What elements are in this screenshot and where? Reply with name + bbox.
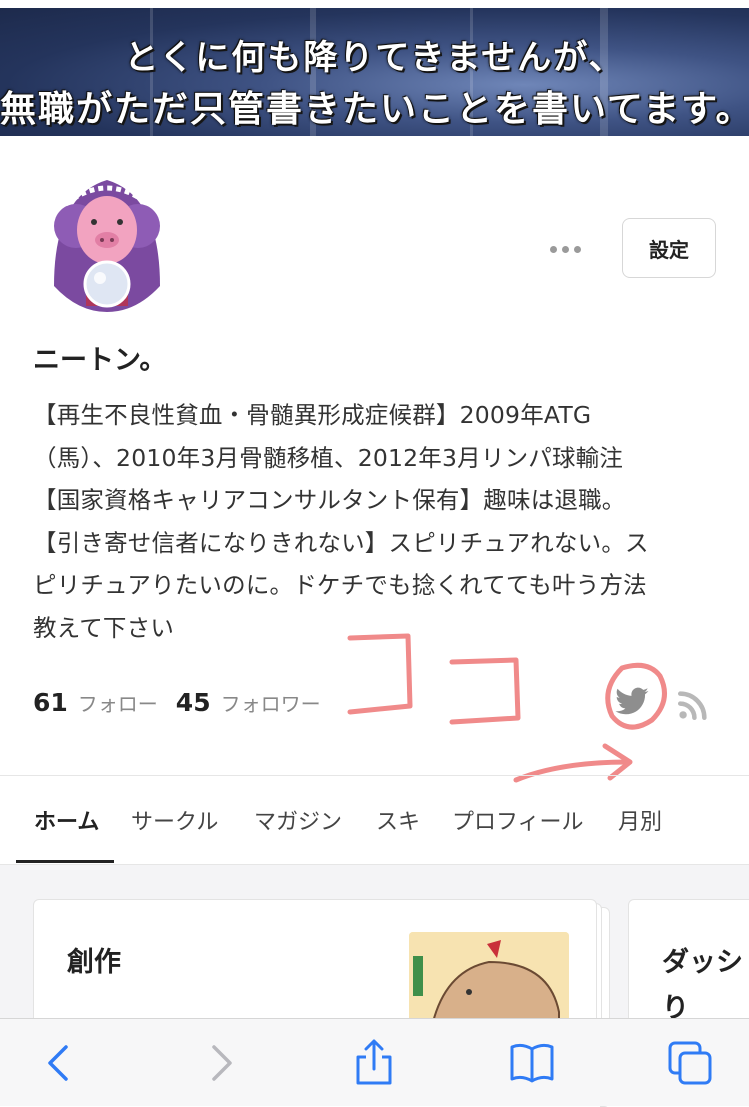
active-tab-indicator [16, 860, 114, 863]
follower-label[interactable]: フォロワー [221, 688, 321, 717]
tab-circle[interactable]: サークル [131, 804, 218, 836]
more-options-button[interactable] [544, 234, 586, 264]
avatar[interactable] [46, 166, 168, 314]
tabs-icon[interactable] [666, 1039, 714, 1087]
profile-bio: 【再生不良性貧血・骨髄異形成症候群】2009年ATG （馬）、2010年3月骨髄… [33, 394, 723, 649]
profile-name: ニートン。 [33, 345, 167, 376]
banner-text-line1: とくに何も降りてきませんが、 [124, 38, 625, 78]
profile-tabs: ホーム サークル マガジン スキ プロフィール 月別 [0, 776, 749, 864]
bio-line: （馬）、2010年3月骨髄移植、2012年3月リンパ球輸注 [33, 443, 624, 472]
tab-monthly[interactable]: 月別 [618, 804, 662, 836]
follow-label[interactable]: フォロー [78, 688, 158, 717]
back-icon[interactable] [36, 1039, 84, 1087]
card-title: 創作 [67, 947, 121, 978]
twitter-icon[interactable] [612, 684, 652, 720]
tab-home[interactable]: ホーム [34, 804, 99, 836]
follow-stats: 61 フォロー 45 フォロワー [33, 688, 339, 724]
bio-line: ピリチュアりたいのに。ドケチでも捻くれてても叶う方法 [33, 571, 647, 599]
bio-line: 教えて下さい [33, 613, 175, 642]
bio-line: 【再生不良性貧血・骨髄異形成症候群】2009年ATG [33, 401, 592, 429]
tab-magazine[interactable]: マガジン [254, 804, 342, 836]
settings-button[interactable]: 設定 [622, 218, 716, 278]
tab-profile[interactable]: プロフィール [452, 804, 584, 836]
tab-likes[interactable]: スキ [376, 804, 420, 836]
browser-toolbar [0, 1018, 749, 1106]
banner-text-line2: 無職がただ只管書きたいことを書いてます。 [0, 89, 749, 130]
follow-count[interactable]: 61 [33, 688, 68, 717]
card-title-line: ダッシ [662, 947, 743, 978]
bio-line: 【引き寄せ信者になりきれない】スピリチュアれない。ス [33, 528, 649, 557]
forward-icon[interactable] [196, 1039, 244, 1087]
share-icon[interactable] [350, 1039, 398, 1087]
bookmarks-icon[interactable] [508, 1039, 556, 1087]
follower-count[interactable]: 45 [176, 688, 211, 717]
feed-area: 創作 ダッシ り [0, 865, 749, 1107]
rss-icon[interactable] [676, 688, 710, 722]
header-banner: とくに何も降りてきませんが、 無職がただ只管書きたいことを書いてます。 [0, 8, 749, 136]
bio-line: 【国家資格キャリアコンサルタント保有】趣味は退職。 [33, 486, 626, 514]
